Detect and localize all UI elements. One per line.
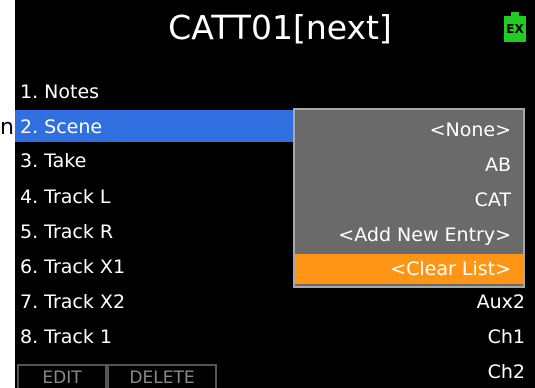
field-row-track-x2[interactable]: 7. Track X2 xyxy=(15,285,535,319)
field-row-notes[interactable]: 1. Notes xyxy=(15,75,535,109)
ex-battery-icon: EX xyxy=(503,12,527,42)
battery-badge-text: EX xyxy=(504,16,526,42)
field-label: 3. Take xyxy=(20,150,87,172)
recorder-screen: CATT01[next] EX 1. Notes 2. Scene 3. Tak… xyxy=(15,0,535,388)
popup-option-ab[interactable]: AB xyxy=(295,147,517,183)
field-row-scene[interactable]: 2. Scene xyxy=(15,110,295,142)
popup-option-cat[interactable]: CAT xyxy=(295,182,517,218)
softkey-bar: EDIT DELETE xyxy=(15,364,245,388)
field-label: 5. Track R xyxy=(20,221,114,243)
edit-button[interactable]: EDIT xyxy=(17,364,107,388)
field-value-track-x2: Aux2 xyxy=(476,291,525,313)
field-label: 4. Track L xyxy=(20,186,111,208)
popup-option-none[interactable]: <None> xyxy=(295,112,517,148)
edge-glyph: n xyxy=(0,115,14,140)
popup-option-add-new-entry[interactable]: <Add New Entry> xyxy=(295,217,517,253)
scene-options-popup: <None> AB CAT <Add New Entry> <Clear Lis… xyxy=(293,108,525,288)
field-value-track-2: Ch2 xyxy=(487,361,525,383)
field-label: 8. Track 1 xyxy=(20,326,113,348)
delete-button[interactable]: DELETE xyxy=(107,364,217,388)
field-row-track-1[interactable]: 8. Track 1 xyxy=(15,320,535,354)
field-value-track-1: Ch1 xyxy=(487,326,525,348)
page-title: CATT01[next] xyxy=(168,8,392,47)
field-label: 7. Track X2 xyxy=(20,291,126,313)
field-label: 1. Notes xyxy=(20,81,100,103)
popup-option-clear-list[interactable]: <Clear List> xyxy=(295,254,523,284)
field-label: 2. Scene xyxy=(20,116,103,138)
field-label: 6. Track X1 xyxy=(20,256,126,278)
